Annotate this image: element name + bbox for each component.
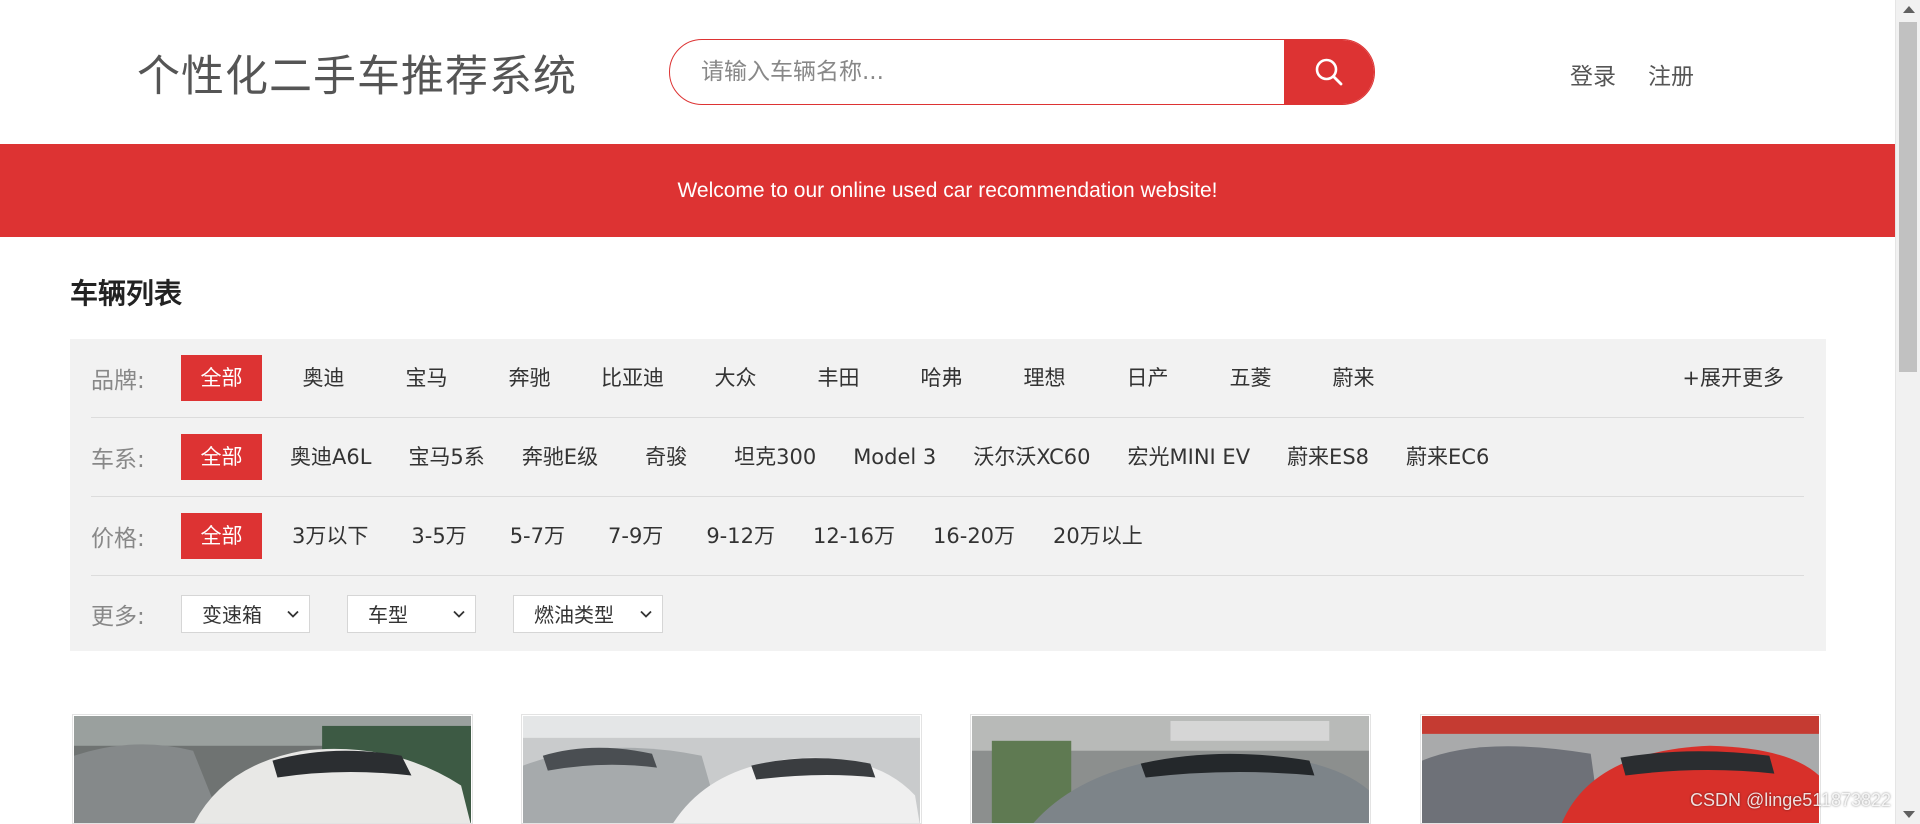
brand-option[interactable]: 哈弗 bbox=[900, 355, 983, 401]
car-card[interactable] bbox=[72, 714, 473, 824]
series-option[interactable]: 宝马5系 bbox=[408, 434, 484, 480]
series-option[interactable]: 蔚来EC6 bbox=[1406, 434, 1489, 480]
car-list bbox=[72, 714, 1826, 824]
transmission-select-value: 变速箱 bbox=[202, 603, 262, 627]
more-filter-row: 更多: 变速箱 车型 燃油类型 bbox=[91, 576, 1804, 651]
price-option[interactable]: 9-12万 bbox=[706, 513, 775, 559]
watermark: CSDN @linge511873822 bbox=[1690, 790, 1892, 810]
price-option[interactable]: 3万以下 bbox=[292, 513, 368, 559]
car-photo bbox=[74, 716, 471, 823]
chevron-down-icon bbox=[287, 610, 299, 618]
series-option-all[interactable]: 全部 bbox=[181, 434, 262, 480]
series-option[interactable]: 宏光MINI EV bbox=[1128, 434, 1251, 480]
series-filter-label: 车系: bbox=[91, 447, 145, 473]
brand-option[interactable]: 五菱 bbox=[1209, 355, 1292, 401]
register-link[interactable]: 注册 bbox=[1648, 57, 1694, 91]
brand-options: 全部 奥迪 宝马 奔驰 比亚迪 大众 丰田 哈弗 理想 日产 五菱 蔚来 bbox=[181, 355, 1395, 401]
brand-filter-row: 品牌: 全部 奥迪 宝马 奔驰 比亚迪 大众 丰田 哈弗 理想 日产 五菱 蔚来… bbox=[91, 339, 1804, 418]
filter-panel: 品牌: 全部 奥迪 宝马 奔驰 比亚迪 大众 丰田 哈弗 理想 日产 五菱 蔚来… bbox=[70, 339, 1826, 651]
series-option[interactable]: 沃尔沃XC60 bbox=[973, 434, 1090, 480]
expand-more-button[interactable]: +展开更多 bbox=[1682, 339, 1784, 418]
scroll-thumb[interactable] bbox=[1899, 22, 1917, 372]
chevron-down-icon bbox=[453, 610, 465, 618]
brand-option[interactable]: 宝马 bbox=[385, 355, 468, 401]
car-card[interactable] bbox=[521, 714, 922, 824]
fuel-type-select[interactable]: 燃油类型 bbox=[513, 594, 663, 633]
brand-filter-label: 品牌: bbox=[91, 368, 145, 394]
price-option[interactable]: 5-7万 bbox=[510, 513, 565, 559]
more-filter-label: 更多: bbox=[91, 603, 145, 630]
brand-option[interactable]: 蔚来 bbox=[1312, 355, 1395, 401]
search-icon bbox=[1315, 58, 1343, 86]
header: 个性化二手车推荐系统 登录 注册 bbox=[0, 0, 1895, 144]
price-option-all[interactable]: 全部 bbox=[181, 513, 262, 559]
more-selects: 变速箱 车型 燃油类型 bbox=[181, 594, 700, 633]
car-type-select-value: 车型 bbox=[368, 603, 408, 627]
car-card[interactable] bbox=[970, 714, 1371, 824]
car-photo bbox=[523, 716, 920, 823]
price-filter-label: 价格: bbox=[91, 526, 145, 552]
series-filter-row: 车系: 全部 奥迪A6L 宝马5系 奔驰E级 奇骏 坦克300 Model 3 … bbox=[91, 418, 1804, 497]
price-option[interactable]: 3-5万 bbox=[411, 513, 466, 559]
brand-option[interactable]: 奥迪 bbox=[282, 355, 365, 401]
chevron-down-icon bbox=[640, 610, 652, 618]
brand-option[interactable]: 日产 bbox=[1106, 355, 1189, 401]
search-input[interactable] bbox=[670, 40, 1284, 104]
search-box bbox=[669, 39, 1375, 105]
brand-option-all[interactable]: 全部 bbox=[181, 355, 262, 401]
car-type-select[interactable]: 车型 bbox=[347, 594, 476, 633]
brand-option[interactable]: 比亚迪 bbox=[591, 355, 674, 401]
search-button[interactable] bbox=[1284, 40, 1374, 104]
scrollbar[interactable] bbox=[1895, 0, 1920, 824]
series-options: 全部 奥迪A6L 宝马5系 奔驰E级 奇骏 坦克300 Model 3 沃尔沃X… bbox=[181, 434, 1489, 480]
series-option[interactable]: 奇骏 bbox=[645, 434, 687, 480]
brand-option[interactable]: 大众 bbox=[694, 355, 777, 401]
fuel-type-select-value: 燃油类型 bbox=[534, 603, 614, 627]
series-option[interactable]: Model 3 bbox=[853, 434, 936, 480]
series-option[interactable]: 奔驰E级 bbox=[522, 434, 598, 480]
login-link[interactable]: 登录 bbox=[1570, 57, 1616, 91]
series-option[interactable]: 坦克300 bbox=[734, 434, 816, 480]
site-title[interactable]: 个性化二手车推荐系统 bbox=[137, 42, 577, 104]
price-option[interactable]: 12-16万 bbox=[813, 513, 895, 559]
welcome-banner: Welcome to our online used car recommend… bbox=[0, 144, 1895, 237]
price-option[interactable]: 20万以上 bbox=[1053, 513, 1143, 559]
banner-text: Welcome to our online used car recommend… bbox=[677, 178, 1218, 202]
scroll-down-icon[interactable] bbox=[1903, 811, 1915, 818]
price-filter-row: 价格: 全部 3万以下 3-5万 5-7万 7-9万 9-12万 12-16万 … bbox=[91, 497, 1804, 576]
brand-option[interactable]: 奔驰 bbox=[488, 355, 571, 401]
brand-option[interactable]: 理想 bbox=[1003, 355, 1086, 401]
brand-option[interactable]: 丰田 bbox=[797, 355, 880, 401]
scroll-up-icon[interactable] bbox=[1903, 6, 1915, 13]
series-option[interactable]: 奥迪A6L bbox=[290, 434, 371, 480]
transmission-select[interactable]: 变速箱 bbox=[181, 594, 310, 633]
price-options: 全部 3万以下 3-5万 5-7万 7-9万 9-12万 12-16万 16-2… bbox=[181, 513, 1143, 559]
section-title: 车辆列表 bbox=[70, 277, 183, 310]
car-photo bbox=[972, 716, 1369, 823]
price-option[interactable]: 7-9万 bbox=[608, 513, 663, 559]
series-option[interactable]: 蔚来ES8 bbox=[1287, 434, 1369, 480]
price-option[interactable]: 16-20万 bbox=[933, 513, 1015, 559]
